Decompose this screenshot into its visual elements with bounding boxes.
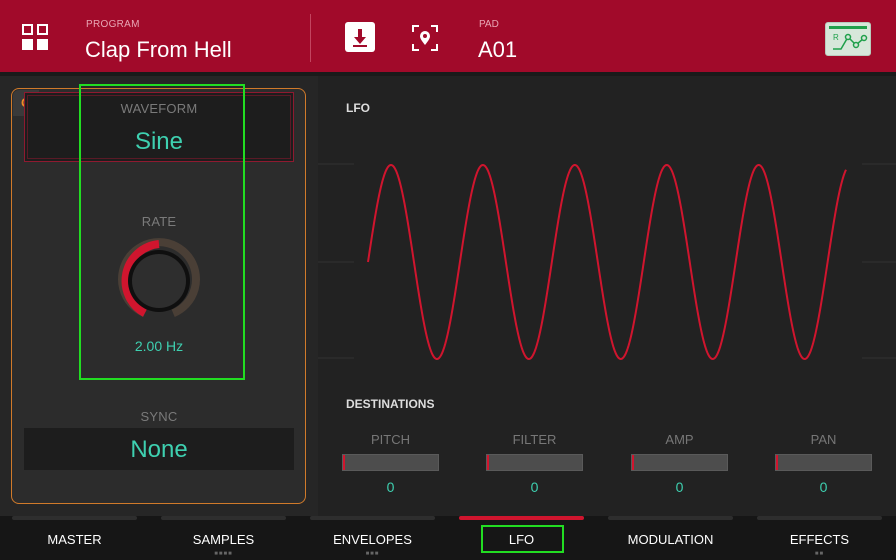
- tab-dots: ■■■■: [214, 551, 233, 557]
- highlight-box: [79, 84, 245, 380]
- destinations-title: DESTINATIONS: [346, 397, 435, 411]
- app-root: PROGRAM Clap From Hell PAD A01 R Q WAV: [0, 0, 896, 560]
- tab-dots: ■■: [814, 551, 825, 557]
- destination-label: PITCH: [371, 432, 410, 447]
- destination-value: 0: [819, 479, 828, 495]
- grid-menu-icon[interactable]: [22, 24, 50, 52]
- program-label: PROGRAM: [86, 19, 140, 30]
- tab-label: ENVELOPES: [333, 532, 412, 547]
- destination-slider[interactable]: [486, 454, 583, 471]
- destination-pitch[interactable]: PITCH 0: [342, 432, 439, 495]
- sync-value[interactable]: None: [24, 436, 294, 464]
- destination-filter[interactable]: FILTER 0: [486, 432, 583, 495]
- destination-slider[interactable]: [775, 454, 872, 471]
- lfo-title: LFO: [346, 101, 370, 115]
- automation-icon[interactable]: R: [825, 22, 871, 56]
- tab-master[interactable]: MASTER: [0, 516, 149, 560]
- destination-slider[interactable]: [342, 454, 439, 471]
- lfo-sine-wave: [367, 163, 847, 361]
- automation-icon-letter: R: [833, 33, 839, 42]
- destination-value: 0: [675, 479, 684, 495]
- tab-highlight-box: [481, 525, 564, 553]
- tab-samples[interactable]: SAMPLES ■■■■: [149, 516, 298, 560]
- tab-effects[interactable]: EFFECTS ■■: [745, 516, 894, 560]
- locate-icon[interactable]: [411, 24, 439, 52]
- tab-label: SAMPLES: [192, 532, 255, 547]
- destination-slider[interactable]: [631, 454, 728, 471]
- destination-label: AMP: [665, 432, 694, 447]
- header-separator: [310, 14, 311, 62]
- destination-value: 0: [386, 479, 395, 495]
- pad-label: PAD: [479, 19, 499, 30]
- tab-dots: ■■■: [365, 551, 380, 557]
- tab-modulation[interactable]: MODULATION: [596, 516, 745, 560]
- sync-label: SYNC: [140, 409, 178, 424]
- destination-amp[interactable]: AMP 0: [631, 432, 728, 495]
- destination-value: 0: [530, 479, 539, 495]
- tab-envelopes[interactable]: ENVELOPES ■■■: [298, 516, 447, 560]
- destination-label: FILTER: [512, 432, 557, 447]
- tab-label: MODULATION: [627, 532, 714, 547]
- program-name[interactable]: Clap From Hell: [85, 37, 232, 63]
- pad-name[interactable]: A01: [478, 37, 517, 63]
- destination-pan[interactable]: PAN 0: [775, 432, 872, 495]
- save-icon[interactable]: [345, 22, 375, 52]
- tab-label: MASTER: [47, 532, 102, 547]
- tab-label: EFFECTS: [789, 532, 850, 547]
- lfo-waveform-display: [318, 163, 896, 361]
- destination-label: PAN: [810, 432, 837, 447]
- bottom-tab-bar: MASTER SAMPLES ■■■■ ENVELOPES ■■■ LFO MO…: [0, 516, 896, 560]
